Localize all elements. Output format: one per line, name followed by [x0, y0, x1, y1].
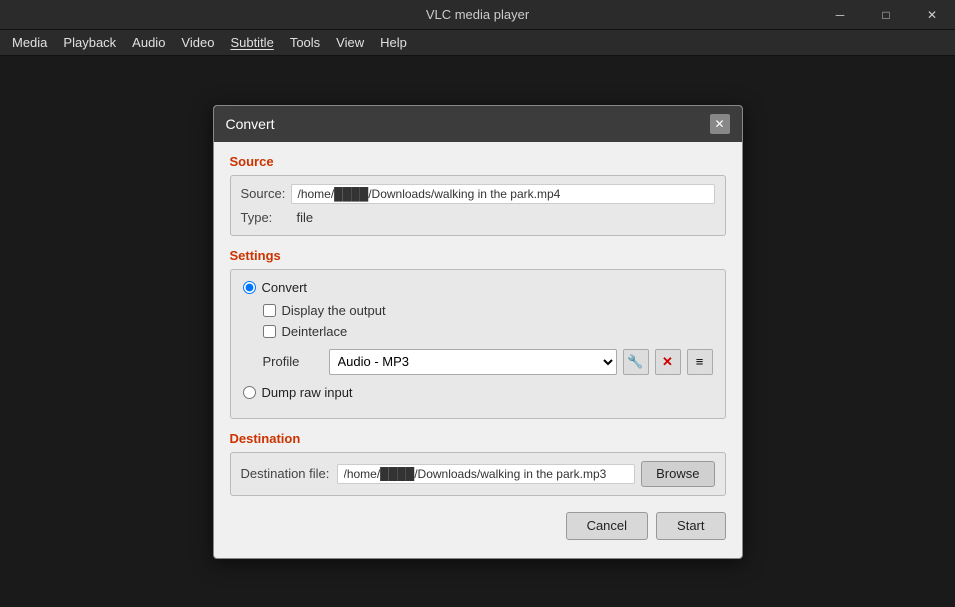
display-output-row: Display the output — [263, 303, 713, 318]
dialog-header: Convert ✕ — [214, 106, 742, 142]
dialog-body: Source Source: /home/████/Downloads/walk… — [214, 142, 742, 558]
profile-label: Profile — [263, 354, 323, 369]
destination-file-row: Destination file: Browse — [241, 461, 715, 487]
type-key-label: Type: — [241, 210, 291, 225]
titlebar: VLC media player ─ □ ✕ — [0, 0, 955, 30]
minimize-button[interactable]: ─ — [817, 0, 863, 30]
dialog-footer: Cancel Start — [230, 510, 726, 546]
destination-file-label: Destination file: — [241, 466, 331, 481]
deinterlace-checkbox[interactable] — [263, 325, 276, 338]
menu-playback[interactable]: Playback — [55, 32, 124, 54]
convert-dialog: Convert ✕ Source Source: /home/████/Down… — [213, 105, 743, 559]
deinterlace-label[interactable]: Deinterlace — [282, 324, 348, 339]
source-box: Source: /home/████/Downloads/walking in … — [230, 175, 726, 236]
dialog-title: Convert — [226, 116, 275, 132]
source-type-row: Type: file — [241, 208, 715, 227]
close-button[interactable]: ✕ — [909, 0, 955, 30]
app-title: VLC media player — [426, 7, 529, 22]
menu-video[interactable]: Video — [173, 32, 222, 54]
destination-box: Destination file: Browse — [230, 452, 726, 496]
menu-tools[interactable]: Tools — [282, 32, 328, 54]
type-value: file — [291, 208, 715, 227]
destination-section-label: Destination — [230, 431, 726, 446]
browse-button[interactable]: Browse — [641, 461, 714, 487]
delete-icon: ✕ — [662, 354, 673, 370]
convert-radio-row: Convert — [243, 280, 713, 295]
source-section-label: Source — [230, 154, 726, 169]
profile-row: Profile Audio - MP3 Video - H.264 + MP3 … — [263, 349, 713, 375]
cancel-button[interactable]: Cancel — [566, 512, 648, 540]
menu-subtitle[interactable]: Subtitle — [222, 32, 281, 54]
dump-raw-label[interactable]: Dump raw input — [262, 385, 353, 400]
list-icon: ≡ — [696, 354, 704, 369]
start-button[interactable]: Start — [656, 512, 725, 540]
deinterlace-row: Deinterlace — [263, 324, 713, 339]
content-area: Convert ✕ Source Source: /home/████/Down… — [0, 56, 955, 607]
profile-edit-button[interactable]: 🔧 — [623, 349, 649, 375]
source-key-label: Source: — [241, 186, 291, 201]
profile-list-button[interactable]: ≡ — [687, 349, 713, 375]
menu-audio[interactable]: Audio — [124, 32, 173, 54]
profile-select[interactable]: Audio - MP3 Video - H.264 + MP3 (MP4) Vi… — [329, 349, 617, 375]
settings-section-label: Settings — [230, 248, 726, 263]
source-path-row: Source: /home/████/Downloads/walking in … — [241, 184, 715, 204]
menubar: Media Playback Audio Video Subtitle Tool… — [0, 30, 955, 56]
settings-box: Convert Display the output Deinterlace P… — [230, 269, 726, 419]
destination-file-input[interactable] — [337, 464, 636, 484]
menu-help[interactable]: Help — [372, 32, 415, 54]
display-output-checkbox[interactable] — [263, 304, 276, 317]
window-controls: ─ □ ✕ — [817, 0, 955, 30]
convert-radio-label[interactable]: Convert — [262, 280, 308, 295]
dump-raw-radio[interactable] — [243, 386, 256, 399]
wrench-icon: 🔧 — [627, 354, 643, 370]
display-output-label[interactable]: Display the output — [282, 303, 386, 318]
dump-raw-row: Dump raw input — [243, 385, 713, 400]
dialog-close-button[interactable]: ✕ — [710, 114, 730, 134]
source-path-value: /home/████/Downloads/walking in the park… — [291, 184, 715, 204]
menu-view[interactable]: View — [328, 32, 372, 54]
maximize-button[interactable]: □ — [863, 0, 909, 30]
profile-delete-button[interactable]: ✕ — [655, 349, 681, 375]
convert-radio[interactable] — [243, 281, 256, 294]
menu-media[interactable]: Media — [4, 32, 55, 54]
